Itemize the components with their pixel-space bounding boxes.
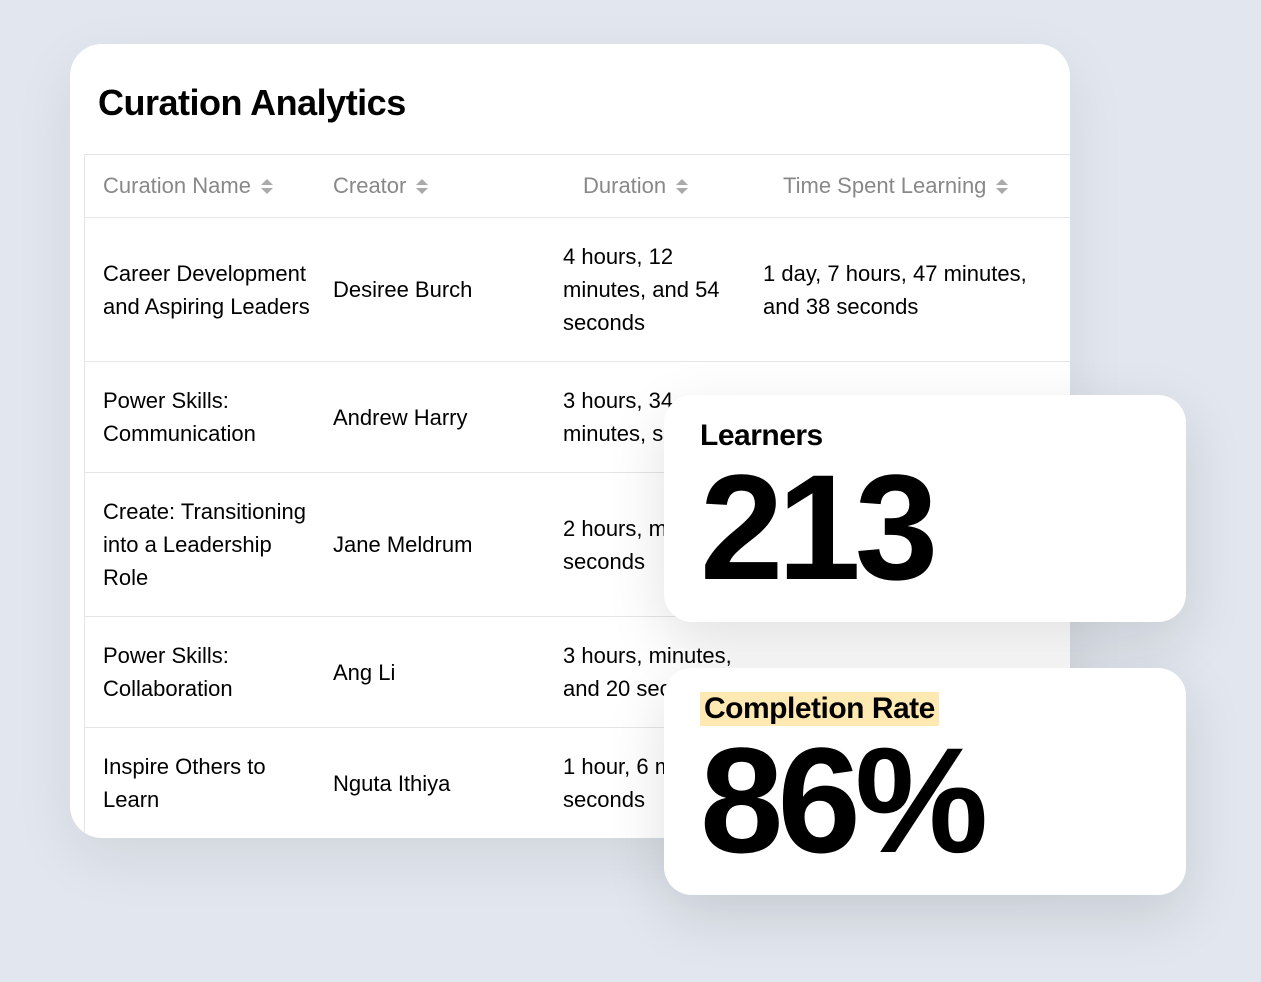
cell-creator: Andrew Harry: [333, 401, 563, 434]
column-label: Creator: [333, 173, 406, 199]
column-header-creator[interactable]: Creator: [333, 173, 563, 199]
cell-duration: 4 hours, 12 minutes, and 54 seconds: [563, 240, 763, 339]
sort-icon[interactable]: [416, 176, 430, 196]
cell-creator: Ang Li: [333, 656, 563, 689]
completion-stat-card: Completion Rate 86%: [664, 668, 1186, 895]
cell-name: Power Skills: Communication: [85, 384, 333, 450]
learners-value: 213: [700, 445, 1150, 610]
column-header-time-spent[interactable]: Time Spent Learning: [763, 173, 1043, 199]
sort-icon[interactable]: [996, 176, 1010, 196]
table-row[interactable]: Career Development and Aspiring Leaders …: [85, 218, 1070, 362]
column-header-name[interactable]: Curation Name: [85, 173, 333, 199]
cell-creator: Desiree Burch: [333, 273, 563, 306]
column-header-duration[interactable]: Duration: [563, 173, 763, 199]
sort-icon[interactable]: [261, 176, 275, 196]
panel-title: Curation Analytics: [70, 82, 1070, 154]
sort-icon[interactable]: [676, 176, 690, 196]
cell-creator: Jane Meldrum: [333, 528, 563, 561]
completion-value: 86%: [700, 718, 1150, 883]
cell-name: Power Skills: Collaboration: [85, 639, 333, 705]
cell-name: Career Development and Aspiring Leaders: [85, 257, 333, 323]
learners-stat-card: Learners 213: [664, 395, 1186, 622]
cell-name: Create: Transitioning into a Leadership …: [85, 495, 333, 594]
column-label: Time Spent Learning: [783, 173, 986, 199]
column-label: Duration: [583, 173, 666, 199]
cell-name: Inspire Others to Learn: [85, 750, 333, 816]
cell-time-spent: 1 day, 7 hours, 47 minutes, and 38 secon…: [763, 257, 1043, 323]
cell-creator: Nguta Ithiya: [333, 767, 563, 800]
column-label: Curation Name: [103, 173, 251, 199]
table-header-row: Curation Name Creator Duration Time Spen…: [85, 155, 1070, 218]
